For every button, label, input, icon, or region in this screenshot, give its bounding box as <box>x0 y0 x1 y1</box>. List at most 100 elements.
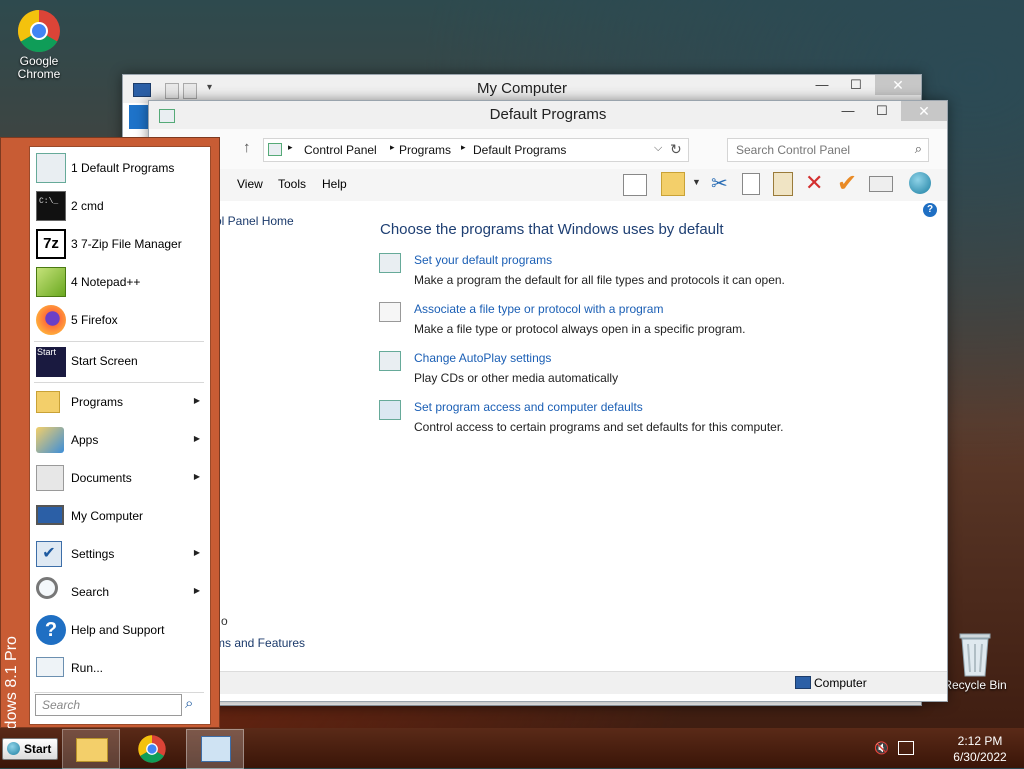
start-menu-item-my-computer[interactable]: My Computer <box>34 499 206 533</box>
chevron-down-icon[interactable]: ⌵ <box>654 142 662 155</box>
help-icon[interactable]: ? <box>923 203 937 217</box>
taskbar-control-panel[interactable] <box>186 729 244 769</box>
chrome-icon <box>17 9 60 53</box>
start-menu-item-settings[interactable]: ✔ Settings ▶ <box>34 537 206 571</box>
start-menu-item-programs[interactable]: Programs ▶ <box>34 385 206 419</box>
menu-tools[interactable]: Tools <box>278 177 306 191</box>
menu-item-label: 3 7-Zip File Manager <box>71 237 182 251</box>
autoplay-icon <box>379 351 401 371</box>
status-bar: Computer <box>149 671 947 694</box>
start-menu-item[interactable]: 5 Firefox <box>34 303 206 337</box>
program-access-desc: Control access to certain programs and s… <box>414 420 784 434</box>
start-search-input[interactable]: Search <box>35 694 182 716</box>
menu-help[interactable]: Help <box>322 177 347 191</box>
start-menu-item-search[interactable]: Search ▶ <box>34 575 206 609</box>
associate-file-type-link[interactable]: Associate a file type or protocol with a… <box>414 302 663 316</box>
run-icon <box>36 657 64 677</box>
volume-muted-icon[interactable]: 🔇 <box>874 741 889 755</box>
submenu-arrow-icon: ▶ <box>193 472 200 481</box>
breadcrumb-default-programs[interactable]: Default Programs <box>473 143 566 157</box>
menu-item-label: Programs <box>71 395 124 409</box>
close-button[interactable]: ✕ <box>901 101 947 121</box>
taskbar-chrome[interactable] <box>124 729 180 767</box>
default-programs-icon <box>379 253 401 273</box>
start-menu-item[interactable]: C:\_ 2 cmd <box>34 189 206 223</box>
page-title: Choose the programs that Windows uses by… <box>380 221 724 238</box>
breadcrumb-programs[interactable]: Programs <box>399 143 451 157</box>
delete-icon[interactable]: ✕ <box>805 170 823 196</box>
settings-icon: ✔ <box>36 541 62 567</box>
submenu-arrow-icon: ▶ <box>193 586 200 595</box>
menu-item-label: 5 Firefox <box>71 313 118 327</box>
checkmark-icon[interactable]: ✔ <box>837 169 857 198</box>
change-autoplay-desc: Play CDs or other media automatically <box>414 371 619 385</box>
search-icon[interactable]: ⌕ <box>185 695 193 712</box>
computer-icon <box>36 505 64 525</box>
option-autoplay: Change AutoPlay settings Play CDs or oth… <box>379 351 879 391</box>
default-programs-window[interactable]: Default Programs — ☐ ✕ ↑ ▸ Control Panel… <box>148 100 948 702</box>
minimize-button[interactable]: — <box>833 101 863 121</box>
maximize-button[interactable]: ☐ <box>841 75 871 95</box>
refresh-icon[interactable]: ↻ <box>670 141 682 158</box>
preview-pane-icon[interactable] <box>623 174 647 196</box>
taskbar-file-explorer[interactable] <box>62 729 120 769</box>
start-menu-item[interactable]: 7z 3 7-Zip File Manager <box>34 227 206 261</box>
start-menu-item-apps[interactable]: Apps ▶ <box>34 423 206 457</box>
sidebar-home-link[interactable]: ol Panel Home <box>215 214 294 228</box>
option-set-default: Set your default programs Make a program… <box>379 253 879 293</box>
start-menu-item-run[interactable]: Run... <box>34 651 206 685</box>
start-menu-item-documents[interactable]: Documents ▶ <box>34 461 206 495</box>
desktop-icon-chrome[interactable]: Google Chrome <box>1 8 77 81</box>
properties-icon[interactable] <box>869 176 893 192</box>
windows-globe-icon <box>7 742 20 755</box>
documents-icon <box>36 465 64 491</box>
folder-options-icon[interactable] <box>661 172 685 196</box>
copy-icon[interactable] <box>742 173 760 195</box>
menu-item-label: Start Screen <box>71 354 138 368</box>
close-button[interactable]: ✕ <box>875 75 921 95</box>
start-menu-item[interactable]: 1 Default Programs <box>34 151 206 185</box>
menu-view[interactable]: View <box>237 177 263 191</box>
submenu-arrow-icon: ▶ <box>193 434 200 443</box>
start-menu: Windows 8.1 Pro 1 Default Programs C:\_ … <box>0 137 220 757</box>
program-access-link[interactable]: Set program access and computer defaults <box>414 400 643 414</box>
up-arrow-icon[interactable]: ↑ <box>243 139 251 156</box>
network-icon[interactable] <box>898 741 914 755</box>
sidebar-see-also-partial: o <box>221 614 228 628</box>
apps-icon <box>36 427 64 453</box>
change-autoplay-link[interactable]: Change AutoPlay settings <box>414 351 551 365</box>
search-placeholder: Search <box>42 698 81 712</box>
paste-icon[interactable] <box>773 172 793 196</box>
control-panel-icon <box>201 736 231 762</box>
start-menu-panel: 1 Default Programs C:\_ 2 cmd 7z 3 7-Zip… <box>29 146 211 725</box>
title-bar[interactable]: Default Programs — ☐ ✕ <box>149 101 947 129</box>
start-menu-item-help[interactable]: ? Help and Support <box>34 613 206 647</box>
start-menu-item[interactable]: 4 Notepad++ <box>34 265 206 299</box>
start-button[interactable]: Start <box>2 738 58 760</box>
menu-separator <box>34 692 204 693</box>
menu-item-label: Help and Support <box>71 623 165 637</box>
help-icon: ? <box>36 615 66 645</box>
start-screen-item[interactable]: Start Start Screen <box>34 344 206 378</box>
menu-separator <box>34 341 204 342</box>
taskbar: Start 🔇 2:12 PM 6/30/2022 <box>0 728 1024 769</box>
address-bar[interactable]: ▸ Control Panel ▸ Programs ▸ Default Pro… <box>263 138 689 162</box>
program-access-icon <box>379 400 401 420</box>
minimize-button[interactable]: — <box>807 75 837 95</box>
desktop-icon-recycle-bin[interactable]: Recycle Bin <box>937 630 1013 692</box>
cut-icon[interactable]: ✂ <box>711 171 728 196</box>
associate-file-type-desc: Make a file type or protocol always open… <box>414 322 746 336</box>
set-default-programs-link[interactable]: Set your default programs <box>414 253 552 267</box>
breadcrumb-control-panel[interactable]: Control Panel <box>304 143 377 157</box>
title-bar[interactable]: ▾ My Computer — ☐ ✕ <box>123 75 921 103</box>
chevron-down-icon[interactable]: ▼ <box>692 177 701 187</box>
network-globe-icon[interactable] <box>909 172 931 194</box>
clock[interactable]: 2:12 PM 6/30/2022 <box>944 733 1016 765</box>
window-title: My Computer <box>476 80 568 97</box>
menu-item-label: 4 Notepad++ <box>71 275 141 289</box>
recycle-bin-icon <box>959 633 991 677</box>
maximize-button[interactable]: ☐ <box>867 101 897 121</box>
sidebar-programs-features-link[interactable]: ms and Features <box>215 636 305 650</box>
search-input[interactable]: Search Control Panel ⌕ <box>727 138 929 162</box>
cmd-icon: C:\_ <box>36 191 66 221</box>
